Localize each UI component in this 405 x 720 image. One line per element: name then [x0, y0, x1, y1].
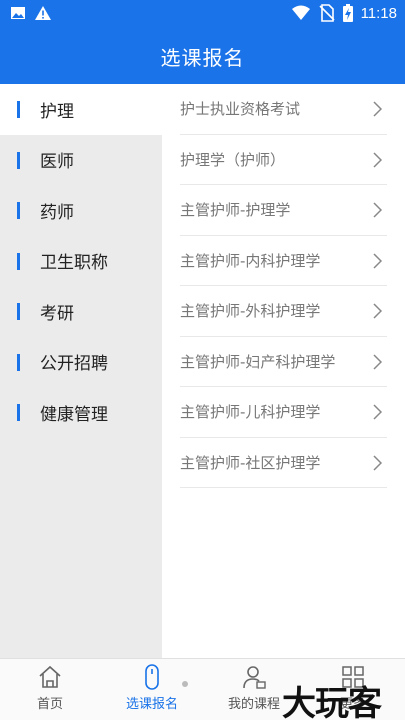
list-item[interactable]: 主管护师-妇产科护理学	[180, 337, 387, 387]
list-item-label: 护士执业资格考试	[180, 100, 301, 119]
image-icon	[11, 7, 25, 19]
tab-home-label: 首页	[36, 697, 63, 712]
list-item[interactable]: 主管护师-儿科护理学	[180, 387, 387, 438]
sidebar-item-physician[interactable]: 医师	[0, 135, 162, 186]
chevron-right-icon	[373, 202, 383, 218]
chevron-right-icon	[373, 151, 383, 168]
list-item[interactable]: 主管护师-护理学	[180, 185, 387, 236]
category-indicator	[17, 151, 20, 169]
page-title: 选课报名	[160, 45, 245, 70]
user-course-icon	[243, 666, 266, 689]
list-item[interactable]: 护士执业资格考试	[180, 84, 387, 135]
sidebar-item-postgrad[interactable]: 考研	[0, 286, 162, 337]
category-indicator	[17, 404, 20, 421]
list-item-label: 主管护师-社区护理学	[180, 453, 321, 472]
list-item[interactable]: 主管护师-外科护理学	[180, 286, 387, 337]
chevron-right-icon	[373, 454, 383, 471]
no-sim-icon	[318, 4, 335, 22]
home-icon	[39, 665, 61, 688]
category-indicator	[17, 303, 20, 320]
sidebar-item-label: 健康管理	[40, 404, 108, 425]
list-item-label: 主管护师-妇产科护理学	[180, 352, 336, 371]
chevron-right-icon	[373, 252, 383, 269]
sidebar-item-label: 考研	[40, 303, 74, 324]
sidebar-item-label: 药师	[40, 202, 74, 223]
sidebar-item-pharmacist[interactable]: 药师	[0, 185, 162, 236]
sidebar-item-label: 医师	[40, 152, 74, 173]
chevron-right-icon	[373, 353, 383, 370]
warning-icon	[35, 6, 51, 20]
category-indicator	[17, 353, 20, 371]
list-item[interactable]: 主管护师-社区护理学	[180, 438, 387, 488]
sidebar-item-label: 卫生职称	[40, 253, 108, 274]
tab-home[interactable]: 首页	[0, 663, 100, 712]
wifi-icon	[291, 5, 310, 20]
sidebar-item-label: 公开招聘	[40, 354, 108, 375]
tab-course-enroll-label: 选课报名	[125, 697, 178, 712]
status-bar: 11:18	[0, 0, 405, 28]
list-item-label: 主管护师-内科护理学	[180, 251, 321, 270]
list-item-label: 护理学（护师）	[180, 150, 286, 169]
sidebar-item-health-title[interactable]: 卫生职称	[0, 236, 162, 287]
list-item-label: 主管护师-护理学	[180, 201, 291, 220]
chevron-right-icon	[373, 404, 383, 420]
category-indicator	[17, 252, 20, 270]
list-item[interactable]: 主管护师-内科护理学	[180, 236, 387, 286]
category-indicator	[17, 101, 20, 118]
tab-my-courses-label: 我的课程	[227, 697, 280, 712]
sidebar-item-health-management[interactable]: 健康管理	[0, 387, 162, 438]
watermark: 大玩客	[282, 684, 382, 720]
mouse-icon	[145, 664, 159, 690]
chevron-right-icon	[373, 101, 383, 117]
category-indicator	[17, 202, 20, 219]
status-time: 11:18	[360, 4, 397, 22]
sidebar-item-label: 护理	[40, 101, 74, 122]
list-item-label: 主管护师-外科护理学	[180, 302, 321, 321]
chevron-right-icon	[373, 303, 383, 319]
sidebar-item-nursing[interactable]: 护理	[0, 84, 162, 135]
sidebar-item-recruitment[interactable]: 公开招聘	[0, 337, 162, 388]
list-item-label: 主管护师-儿科护理学	[180, 403, 321, 422]
category-sidebar: 护理 医师 药师 卫生职称 考研 公开招聘 健康管理	[0, 84, 162, 658]
app-bar: 选课报名	[0, 28, 405, 84]
list-item[interactable]: 护理学（护师）	[180, 135, 387, 185]
tab-course-enroll[interactable]: 选课报名	[102, 663, 202, 712]
course-list: 护士执业资格考试 护理学（护师） 主管护师-护理学 主管护师-内科护理学 主管护…	[162, 84, 405, 658]
page-indicator-dot	[182, 681, 188, 687]
battery-charging-icon	[342, 4, 353, 22]
